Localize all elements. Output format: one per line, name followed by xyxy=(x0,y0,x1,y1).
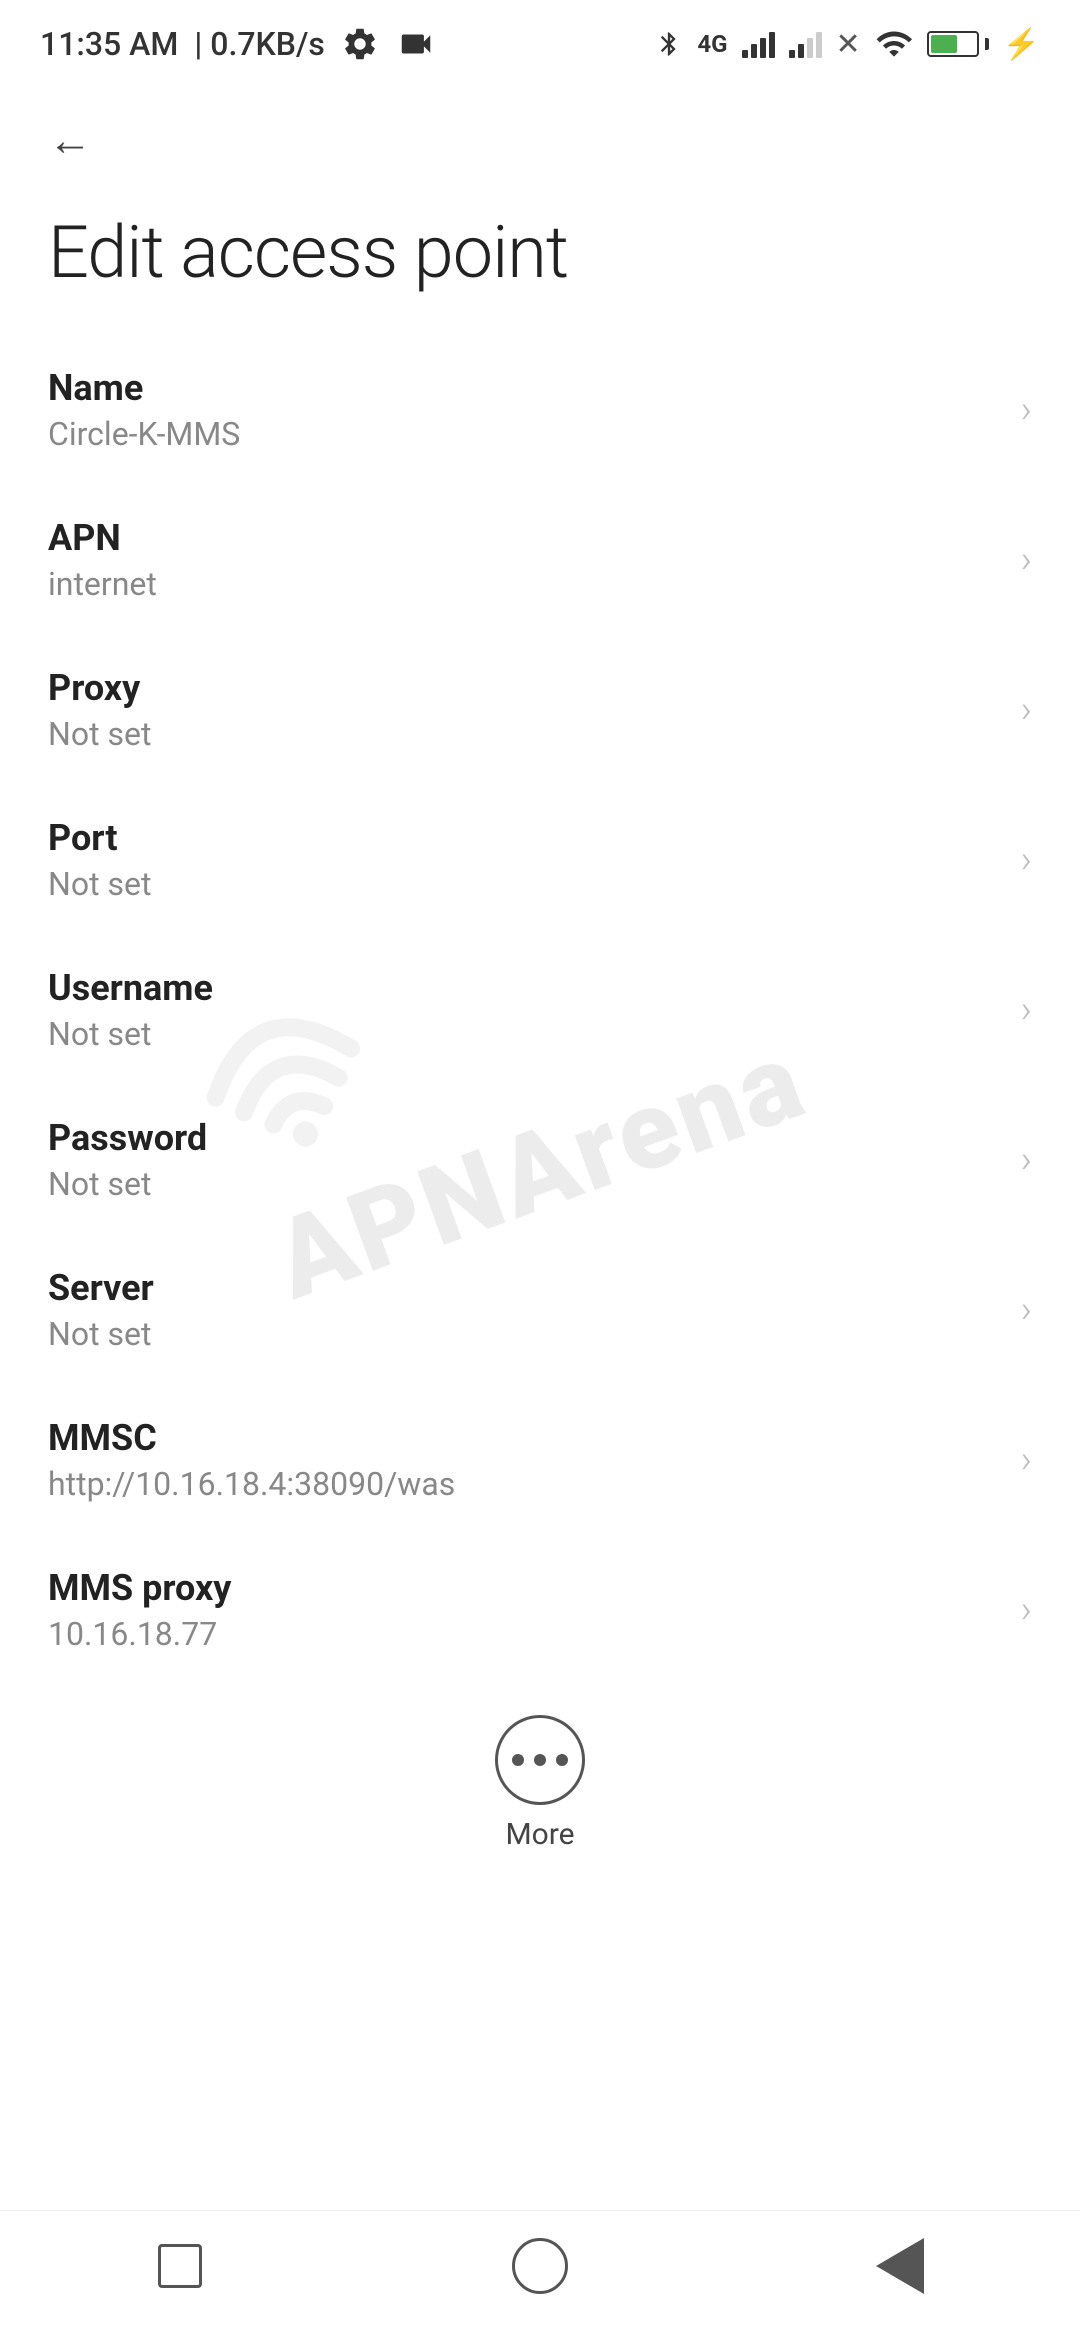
settings-item-chevron-7: › xyxy=(1021,1438,1032,1482)
page-title: Edit access point xyxy=(0,190,1080,335)
settings-item-content-6: Server Not set xyxy=(48,1267,1001,1353)
settings-item-content-7: MMSC http://10.16.18.4:38090/was xyxy=(48,1417,1001,1503)
settings-item-3[interactable]: Port Not set › xyxy=(0,785,1080,935)
settings-item-content-3: Port Not set xyxy=(48,817,1001,903)
signal-bars-2 xyxy=(789,30,822,58)
settings-item-chevron-4: › xyxy=(1021,988,1032,1032)
settings-item-label-4: Username xyxy=(48,967,1001,1009)
more-label: More xyxy=(505,1817,574,1852)
more-circle-icon xyxy=(495,1715,585,1805)
settings-item-label-3: Port xyxy=(48,817,1001,859)
settings-item-value-0: Circle-K-MMS xyxy=(48,415,1001,453)
nav-recents-button[interactable] xyxy=(140,2226,220,2306)
wifi-icon xyxy=(875,25,913,63)
settings-list: Name Circle-K-MMS › APN internet › Proxy… xyxy=(0,335,1080,1685)
network-4g: 4G xyxy=(697,30,727,58)
settings-item-value-6: Not set xyxy=(48,1315,1001,1353)
settings-item-label-1: APN xyxy=(48,517,1001,559)
settings-item-value-1: internet xyxy=(48,565,1001,603)
nav-back-button[interactable] xyxy=(860,2226,940,2306)
time-display: 11:35 AM xyxy=(40,25,178,63)
settings-item-label-5: Password xyxy=(48,1117,1001,1159)
settings-item-6[interactable]: Server Not set › xyxy=(0,1235,1080,1385)
speed-display: | 0.7KB/s xyxy=(194,25,325,63)
settings-item-chevron-2: › xyxy=(1021,688,1032,732)
settings-item-2[interactable]: Proxy Not set › xyxy=(0,635,1080,785)
settings-item-content-4: Username Not set xyxy=(48,967,1001,1053)
back-icon xyxy=(876,2238,924,2294)
battery-indicator xyxy=(927,31,989,57)
settings-item-value-4: Not set xyxy=(48,1015,1001,1053)
settings-item-1[interactable]: APN internet › xyxy=(0,485,1080,635)
bluetooth-icon xyxy=(655,27,683,61)
more-button-area[interactable]: More xyxy=(0,1695,1080,1882)
settings-item-content-5: Password Not set xyxy=(48,1117,1001,1203)
settings-item-label-6: Server xyxy=(48,1267,1001,1309)
nav-home-button[interactable] xyxy=(500,2226,580,2306)
top-navigation: ← xyxy=(0,80,1080,190)
settings-item-chevron-0: › xyxy=(1021,388,1032,432)
settings-item-label-0: Name xyxy=(48,367,1001,409)
settings-item-chevron-8: › xyxy=(1021,1588,1032,1632)
status-right: 4G ✕ ⚡ xyxy=(655,25,1040,63)
settings-item-chevron-1: › xyxy=(1021,538,1032,582)
settings-item-chevron-6: › xyxy=(1021,1288,1032,1332)
home-icon xyxy=(512,2238,568,2294)
settings-item-4[interactable]: Username Not set › xyxy=(0,935,1080,1085)
more-dots xyxy=(512,1754,568,1766)
settings-item-value-5: Not set xyxy=(48,1165,1001,1203)
charging-icon: ⚡ xyxy=(1003,27,1040,62)
recents-icon xyxy=(158,2244,202,2288)
status-left: 11:35 AM | 0.7KB/s xyxy=(40,25,437,63)
back-button[interactable]: ← xyxy=(40,110,100,170)
settings-item-value-2: Not set xyxy=(48,715,1001,753)
settings-item-label-8: MMS proxy xyxy=(48,1567,1001,1609)
status-bar: 11:35 AM | 0.7KB/s 4G xyxy=(0,0,1080,80)
settings-item-value-3: Not set xyxy=(48,865,1001,903)
no-signal-icon: ✕ xyxy=(836,27,861,62)
back-arrow-icon: ← xyxy=(48,114,92,166)
navigation-bar xyxy=(0,2210,1080,2340)
settings-item-chevron-5: › xyxy=(1021,1138,1032,1182)
settings-item-content-1: APN internet xyxy=(48,517,1001,603)
settings-item-value-8: 10.16.18.77 xyxy=(48,1615,1001,1653)
settings-item-5[interactable]: Password Not set › xyxy=(0,1085,1080,1235)
settings-item-content-2: Proxy Not set xyxy=(48,667,1001,753)
settings-item-label-2: Proxy xyxy=(48,667,1001,709)
settings-item-value-7: http://10.16.18.4:38090/was xyxy=(48,1465,1001,1503)
settings-item-label-7: MMSC xyxy=(48,1417,1001,1459)
settings-item-0[interactable]: Name Circle-K-MMS › xyxy=(0,335,1080,485)
settings-item-7[interactable]: MMSC http://10.16.18.4:38090/was › xyxy=(0,1385,1080,1535)
settings-item-chevron-3: › xyxy=(1021,838,1032,882)
signal-bars-1 xyxy=(742,30,775,58)
camera-icon xyxy=(395,25,437,63)
settings-item-content-0: Name Circle-K-MMS xyxy=(48,367,1001,453)
settings-item-8[interactable]: MMS proxy 10.16.18.77 › xyxy=(0,1535,1080,1685)
settings-icon xyxy=(341,25,379,63)
settings-item-content-8: MMS proxy 10.16.18.77 xyxy=(48,1567,1001,1653)
